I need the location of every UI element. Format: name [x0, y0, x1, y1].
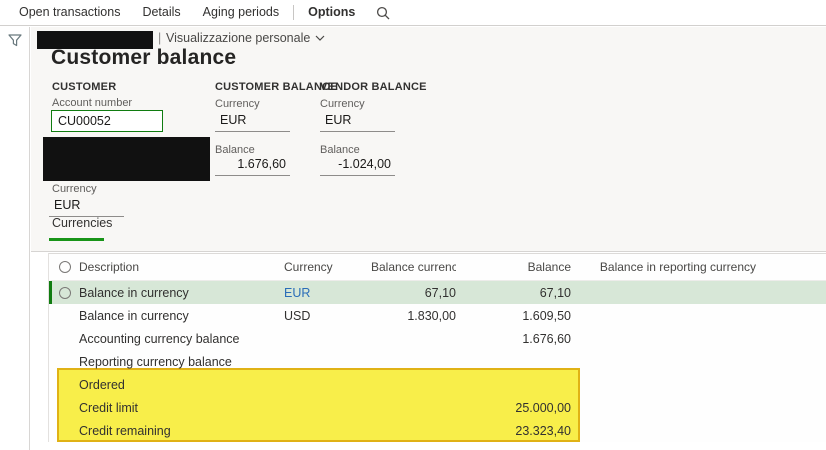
form-area: | Visualizzazione personale Customer bal… — [31, 27, 826, 252]
left-rail — [0, 27, 30, 450]
view-selector-label: Visualizzazione personale — [166, 31, 311, 45]
tab-active-indicator — [49, 238, 104, 241]
main-content: | Visualizzazione personale Customer bal… — [31, 27, 826, 450]
menu-open-transactions[interactable]: Open transactions — [8, 0, 131, 25]
action-bar: Open transactions Details Aging periods … — [0, 0, 826, 26]
row-radio[interactable] — [52, 286, 79, 299]
menu-options[interactable]: Options — [297, 0, 366, 25]
row-description: Accounting currency balance — [79, 331, 240, 346]
page-title: Customer balance — [51, 46, 237, 69]
menu-details[interactable]: Details — [131, 0, 191, 25]
tab-currencies[interactable]: Currencies — [52, 216, 112, 230]
search-icon[interactable] — [376, 6, 390, 20]
row-description: Reporting currency balance — [79, 354, 232, 369]
row-description: Balance in currency — [79, 308, 189, 323]
account-number-label: Account number — [52, 97, 133, 109]
customer-balance-currency-field[interactable]: EUR — [215, 111, 290, 132]
row-description: Credit remaining — [79, 423, 171, 438]
menu-aging-periods[interactable]: Aging periods — [192, 0, 290, 25]
col-description[interactable]: Description — [79, 260, 284, 274]
radio-icon — [59, 261, 71, 273]
table-row[interactable]: Credit limit 25.000,00 — [49, 396, 826, 419]
row-balance: 23.323,40 — [515, 423, 571, 438]
row-balance: 1.676,60 — [522, 331, 571, 346]
customer-currency-label: Currency — [52, 183, 97, 195]
customer-balance-window: Open transactions Details Aging periods … — [0, 0, 826, 450]
table-row[interactable]: Balance in currency EUR 67,10 67,10 — [49, 281, 826, 304]
row-balance: 67,10 — [539, 285, 571, 300]
row-currency: USD — [284, 308, 311, 323]
table-row[interactable]: Ordered — [49, 373, 826, 396]
vendor-balance-currency-label: Currency — [320, 98, 365, 110]
row-description: Balance in currency — [79, 285, 189, 300]
view-separator: | — [158, 31, 162, 45]
section-customer: CUSTOMER — [52, 81, 117, 93]
vendor-balance-currency-field[interactable]: EUR — [320, 111, 395, 132]
chevron-down-icon — [315, 35, 325, 41]
section-vendor-balance: VENDOR BALANCE — [320, 81, 427, 93]
table-row[interactable]: Reporting currency balance — [49, 350, 826, 373]
table-row[interactable]: Balance in currency USD 1.830,00 1.609,5… — [49, 304, 826, 327]
view-selector[interactable]: Visualizzazione personale — [166, 31, 325, 45]
menu-separator — [293, 5, 295, 20]
vendor-balance-value: -1.024,00 — [320, 155, 395, 176]
currency-link[interactable]: EUR — [284, 286, 371, 300]
account-number-input[interactable] — [51, 110, 163, 132]
row-balance-currency: 1.830,00 — [407, 308, 456, 323]
row-description: Ordered — [79, 377, 125, 392]
row-balance: 25.000,00 — [515, 400, 571, 415]
row-balance: 1.609,50 — [522, 308, 571, 323]
row-balance-currency: 67,10 — [424, 285, 456, 300]
filter-icon[interactable] — [8, 34, 29, 52]
table-row[interactable]: Accounting currency balance 1.676,60 — [49, 327, 826, 350]
customer-balance-value: 1.676,60 — [215, 155, 290, 176]
customer-currency-field[interactable]: EUR — [49, 196, 124, 217]
select-all-radio[interactable] — [52, 261, 79, 273]
redacted-customer-details — [43, 137, 210, 181]
row-description: Credit limit — [79, 400, 139, 415]
table-row[interactable]: Credit remaining 23.323,40 — [49, 419, 826, 442]
col-balance-currency[interactable]: Balance currency — [371, 260, 456, 274]
radio-icon — [59, 286, 71, 299]
col-balance[interactable]: Balance — [456, 260, 571, 274]
grid-header-row: Description Currency Balance currency Ba… — [49, 254, 826, 281]
col-balance-reporting[interactable]: Balance in reporting currency — [571, 260, 756, 274]
col-currency[interactable]: Currency — [284, 260, 371, 274]
customer-balance-currency-label: Currency — [215, 98, 260, 110]
currencies-grid: Description Currency Balance currency Ba… — [48, 253, 826, 442]
